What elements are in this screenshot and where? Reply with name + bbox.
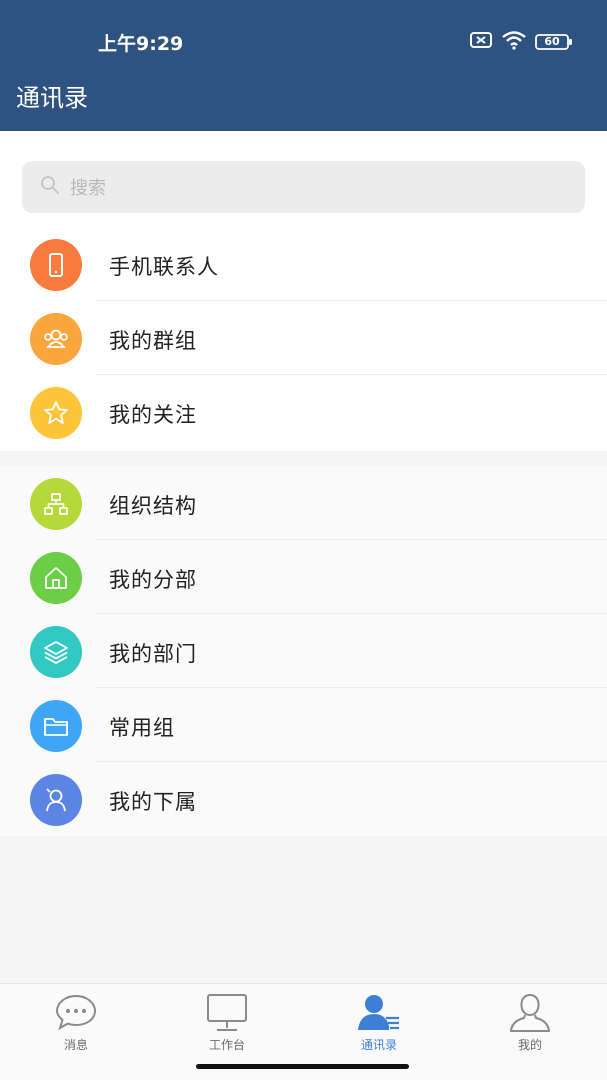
list-item-label: 手机联系人	[109, 255, 219, 279]
tab-workbench[interactable]: 工作台	[167, 990, 287, 1053]
battery-level: 60	[544, 35, 560, 48]
subordinate-icon	[30, 774, 82, 826]
search-input[interactable]: 搜索	[22, 161, 585, 213]
search-placeholder: 搜索	[70, 178, 106, 199]
top-bar: 上午9:29 60 通讯录	[0, 0, 607, 131]
tab-label: 消息	[63, 1038, 88, 1052]
list-item-label: 我的群组	[109, 329, 197, 353]
status-time: 上午9:29	[98, 33, 184, 55]
list-item-phone-contacts[interactable]: 手机联系人	[0, 227, 607, 301]
tab-messages[interactable]: 消息	[16, 990, 136, 1053]
list-item-label: 我的部门	[109, 642, 197, 666]
status-icons: 60	[469, 30, 573, 54]
tab-label: 我的	[517, 1038, 542, 1052]
org-chart-icon	[30, 478, 82, 530]
monitor-icon	[167, 990, 287, 1036]
user-icon	[470, 990, 590, 1036]
contact-group-organization: 组织结构 我的分部 我的部门 常用组 我的下属	[0, 466, 607, 836]
home-indicator[interactable]	[196, 1064, 409, 1069]
list-item-label: 组织结构	[109, 494, 197, 518]
list-item-label: 我的关注	[109, 403, 197, 427]
chat-bubble-icon	[16, 990, 136, 1036]
list-item-label: 常用组	[109, 716, 175, 740]
folder-icon	[30, 700, 82, 752]
phone-icon	[30, 239, 82, 291]
contact-group-personal: 手机联系人 我的群组 我的关注	[0, 227, 607, 451]
list-item-my-follows[interactable]: 我的关注	[0, 375, 607, 449]
list-item-org-structure[interactable]: 组织结构	[0, 466, 607, 540]
sim-off-icon	[469, 31, 493, 53]
contacts-icon	[319, 990, 439, 1036]
layers-icon	[30, 626, 82, 678]
tab-me[interactable]: 我的	[470, 990, 590, 1053]
list-item-my-subordinates[interactable]: 我的下属	[0, 762, 607, 836]
list-item-my-department[interactable]: 我的部门	[0, 614, 607, 688]
group-icon	[30, 313, 82, 365]
list-item-my-groups[interactable]: 我的群组	[0, 301, 607, 375]
battery-icon: 60	[535, 33, 573, 51]
list-item-my-branch[interactable]: 我的分部	[0, 540, 607, 614]
page-title: 通讯录	[16, 84, 88, 112]
tab-label: 工作台	[208, 1038, 245, 1052]
search-icon	[40, 175, 60, 199]
wifi-icon	[501, 30, 527, 54]
search-area: 搜索	[0, 131, 607, 227]
house-icon	[30, 552, 82, 604]
tab-contacts[interactable]: 通讯录	[319, 990, 439, 1053]
list-item-label: 我的下属	[109, 790, 197, 814]
list-item-label: 我的分部	[109, 568, 197, 592]
tab-label: 通讯录	[360, 1038, 397, 1052]
list-item-common-groups[interactable]: 常用组	[0, 688, 607, 762]
star-icon	[30, 387, 82, 439]
